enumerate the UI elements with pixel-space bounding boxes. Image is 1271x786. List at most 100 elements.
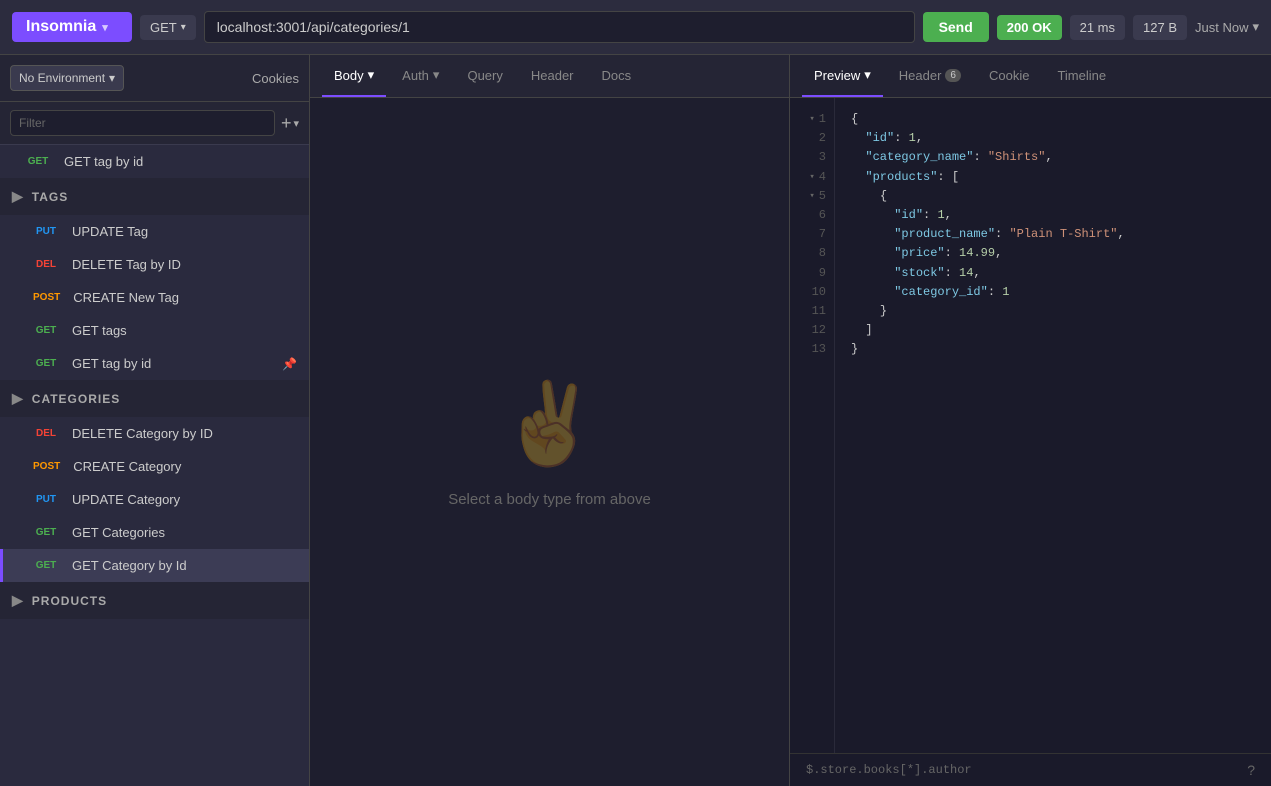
tab-response-header[interactable]: Header 6: [887, 56, 973, 97]
app-title-chevron: ▾: [102, 21, 108, 34]
list-item-active[interactable]: GET GET Category by Id: [0, 549, 309, 582]
plus-icon: +: [281, 113, 292, 134]
line-num-4: ▾4: [798, 168, 826, 187]
tab-body-chevron: ▾: [368, 67, 375, 83]
group-label: PRODUCTS: [32, 594, 107, 608]
group-products[interactable]: ▶ PRODUCTS: [0, 582, 309, 619]
list-item[interactable]: POST CREATE Category: [0, 450, 309, 483]
pin-icon: 📌: [282, 357, 297, 371]
method-tag: POST: [28, 459, 65, 474]
tab-header[interactable]: Header: [519, 56, 586, 97]
cookies-button[interactable]: Cookies: [252, 71, 299, 86]
timestamp: Just Now ▾: [1195, 19, 1259, 35]
tab-docs[interactable]: Docs: [590, 56, 644, 97]
method-tag: PUT: [28, 492, 64, 507]
line-num-13: 13: [798, 340, 826, 359]
header-count-badge: 6: [945, 69, 961, 82]
method-tag: GET: [28, 525, 64, 540]
filter-input[interactable]: [10, 110, 275, 136]
env-label: No Environment: [19, 71, 105, 85]
method-tag: GET: [28, 356, 64, 371]
list-item[interactable]: GET GET tag by id 📌: [0, 347, 309, 380]
item-label: UPDATE Tag: [72, 224, 297, 239]
group-label: TAGS: [32, 190, 68, 204]
app-title[interactable]: Insomnia ▾: [12, 12, 132, 42]
code-content: { "id": 1, "category_name": "Shirts", "p…: [835, 98, 1271, 753]
line-numbers: ▾1 2 3 ▾4 ▾5 6 7 8 9 10 11 12 13: [790, 98, 835, 753]
line-num-10: 10: [798, 283, 826, 302]
list-item[interactable]: GET GET tags: [0, 314, 309, 347]
list-item[interactable]: PUT UPDATE Tag: [0, 215, 309, 248]
line-num-1: ▾1: [798, 110, 826, 129]
request-tab-bar: Body ▾ Auth ▾ Query Header Docs: [310, 55, 789, 98]
filter-row: + ▾: [0, 102, 309, 145]
item-label: UPDATE Category: [72, 492, 297, 507]
tab-body[interactable]: Body ▾: [322, 55, 386, 97]
folder-icon: ▶: [12, 390, 24, 407]
code-line-9: "stock": 14,: [851, 264, 1255, 283]
app-title-text: Insomnia: [26, 18, 96, 36]
folder-icon: ▶: [12, 188, 24, 205]
method-tag: DEL: [28, 426, 64, 441]
timestamp-text: Just Now: [1195, 20, 1248, 35]
list-item[interactable]: GET GET Categories: [0, 516, 309, 549]
tab-cookie-label: Cookie: [989, 68, 1029, 83]
method-selector[interactable]: GET ▾: [140, 15, 196, 40]
body-prompt: Select a body type from above: [448, 491, 651, 508]
env-selector[interactable]: No Environment ▾: [10, 65, 124, 91]
size-stat: 127 B: [1133, 15, 1187, 40]
method-tag: DEL: [28, 257, 64, 272]
method-tag: POST: [28, 290, 65, 305]
code-line-3: "category_name": "Shirts",: [851, 148, 1255, 167]
code-line-12: ]: [851, 321, 1255, 340]
line-num-2: 2: [798, 129, 826, 148]
list-item[interactable]: POST CREATE New Tag: [0, 281, 309, 314]
item-label: GET tag by id: [64, 154, 274, 169]
url-input[interactable]: [204, 11, 915, 43]
footer-query[interactable]: $.store.books[*].author: [806, 763, 1235, 777]
code-line-5: {: [851, 187, 1255, 206]
line-num-11: 11: [798, 302, 826, 321]
group-categories[interactable]: ▶ CATEGORIES: [0, 380, 309, 417]
method-chevron: ▾: [181, 22, 186, 33]
tab-cookie[interactable]: Cookie: [977, 56, 1041, 97]
line-num-3: 3: [798, 148, 826, 167]
method-tag: GET: [28, 558, 64, 573]
method-tag: GET: [20, 154, 56, 169]
line-num-7: 7: [798, 225, 826, 244]
tab-preview[interactable]: Preview ▾: [802, 55, 883, 97]
item-label: DELETE Category by ID: [72, 426, 297, 441]
time-stat: 21 ms: [1070, 15, 1125, 40]
response-panel: Preview ▾ Header 6 Cookie Timeline ▾1 2 …: [790, 55, 1271, 786]
sidebar-sub-bar: No Environment ▾ Cookies: [0, 55, 309, 102]
list-item[interactable]: DEL DELETE Tag by ID: [0, 248, 309, 281]
tab-auth-label: Auth: [402, 68, 429, 83]
response-footer: $.store.books[*].author ?: [790, 753, 1271, 786]
add-request-button[interactable]: + ▾: [281, 113, 299, 134]
response-content: ▾1 2 3 ▾4 ▾5 6 7 8 9 10 11 12 13 { "id":…: [790, 98, 1271, 753]
list-item[interactable]: PUT UPDATE Category: [0, 483, 309, 516]
response-tab-bar: Preview ▾ Header 6 Cookie Timeline: [790, 55, 1271, 98]
code-line-6: "id": 1,: [851, 206, 1255, 225]
code-line-13: }: [851, 340, 1255, 359]
sidebar: No Environment ▾ Cookies + ▾ GET GET tag…: [0, 55, 310, 786]
method-tag: PUT: [28, 224, 64, 239]
method-tag: GET: [28, 323, 64, 338]
tab-timeline[interactable]: Timeline: [1045, 56, 1118, 97]
list-item[interactable]: DEL DELETE Category by ID: [0, 417, 309, 450]
help-icon[interactable]: ?: [1247, 762, 1255, 778]
send-button[interactable]: Send: [923, 12, 989, 42]
code-line-8: "price": 14.99,: [851, 244, 1255, 263]
body-content: ✌️ Select a body type from above: [310, 98, 789, 786]
tab-query-label: Query: [467, 68, 502, 83]
tab-preview-label: Preview: [814, 68, 860, 83]
tab-query[interactable]: Query: [455, 56, 514, 97]
request-item-top[interactable]: GET GET tag by id 📌: [0, 145, 309, 178]
sidebar-list: GET GET tag by id 📌 ▶ TAGS PUT UPDATE Ta…: [0, 145, 309, 786]
env-chevron: ▾: [109, 71, 115, 85]
status-badge: 200 OK: [997, 15, 1062, 40]
item-label: CREATE Category: [73, 459, 297, 474]
tab-body-label: Body: [334, 68, 364, 83]
tab-auth[interactable]: Auth ▾: [390, 55, 451, 97]
group-tags[interactable]: ▶ TAGS: [0, 178, 309, 215]
